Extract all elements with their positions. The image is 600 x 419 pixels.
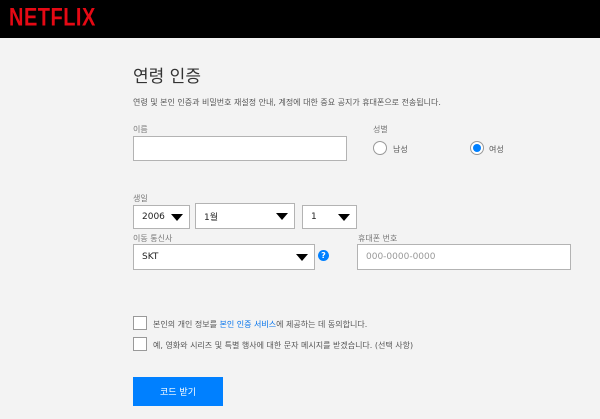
birth-day-select[interactable]: 1 (302, 205, 357, 229)
gender-radio-female[interactable] (470, 141, 484, 155)
phone-label: 휴대폰 번호 (358, 234, 398, 243)
marketing-text: 예, 영화와 시리즈 및 특별 행사에 대한 문자 메시지를 받겠습니다. (선… (153, 341, 414, 350)
chevron-down-icon (276, 213, 288, 220)
carrier-select[interactable]: SKT (133, 244, 315, 270)
get-code-button[interactable]: 코드 받기 (133, 377, 223, 406)
marketing-checkbox[interactable] (133, 337, 147, 351)
phone-input[interactable]: 000-0000-0000 (357, 244, 571, 270)
gender-male-label: 남성 (393, 145, 408, 154)
birth-month-select[interactable]: 1월 (195, 203, 295, 229)
birth-year-select[interactable]: 2006 (133, 205, 190, 229)
consent-checkbox[interactable] (133, 316, 147, 330)
page-description: 연령 및 본인 인증과 비밀번호 재설정 안내, 계정에 대한 중요 공지가 휴… (133, 98, 441, 107)
chevron-down-icon (338, 214, 350, 221)
birthday-label: 생일 (133, 194, 148, 203)
top-bar: NETFLIX (0, 0, 600, 38)
chevron-down-icon (171, 214, 183, 221)
identity-service-link[interactable]: 본인 인증 서비스 (220, 320, 277, 329)
gender-label: 성별 (373, 125, 388, 134)
consent-text: 본인의 개인 정보를 본인 인증 서비스에 제공하는 데 동의합니다. (153, 320, 368, 329)
help-icon[interactable]: ? (318, 250, 329, 261)
chevron-down-icon (296, 254, 308, 261)
name-input[interactable] (133, 136, 347, 161)
gender-female-label: 여성 (489, 145, 504, 154)
netflix-logo[interactable]: NETFLIX (9, 4, 96, 33)
carrier-label: 이동 통신사 (133, 234, 173, 243)
name-label: 이름 (133, 125, 148, 134)
page-title: 연령 인증 (133, 67, 201, 87)
gender-radio-male[interactable] (373, 141, 387, 155)
